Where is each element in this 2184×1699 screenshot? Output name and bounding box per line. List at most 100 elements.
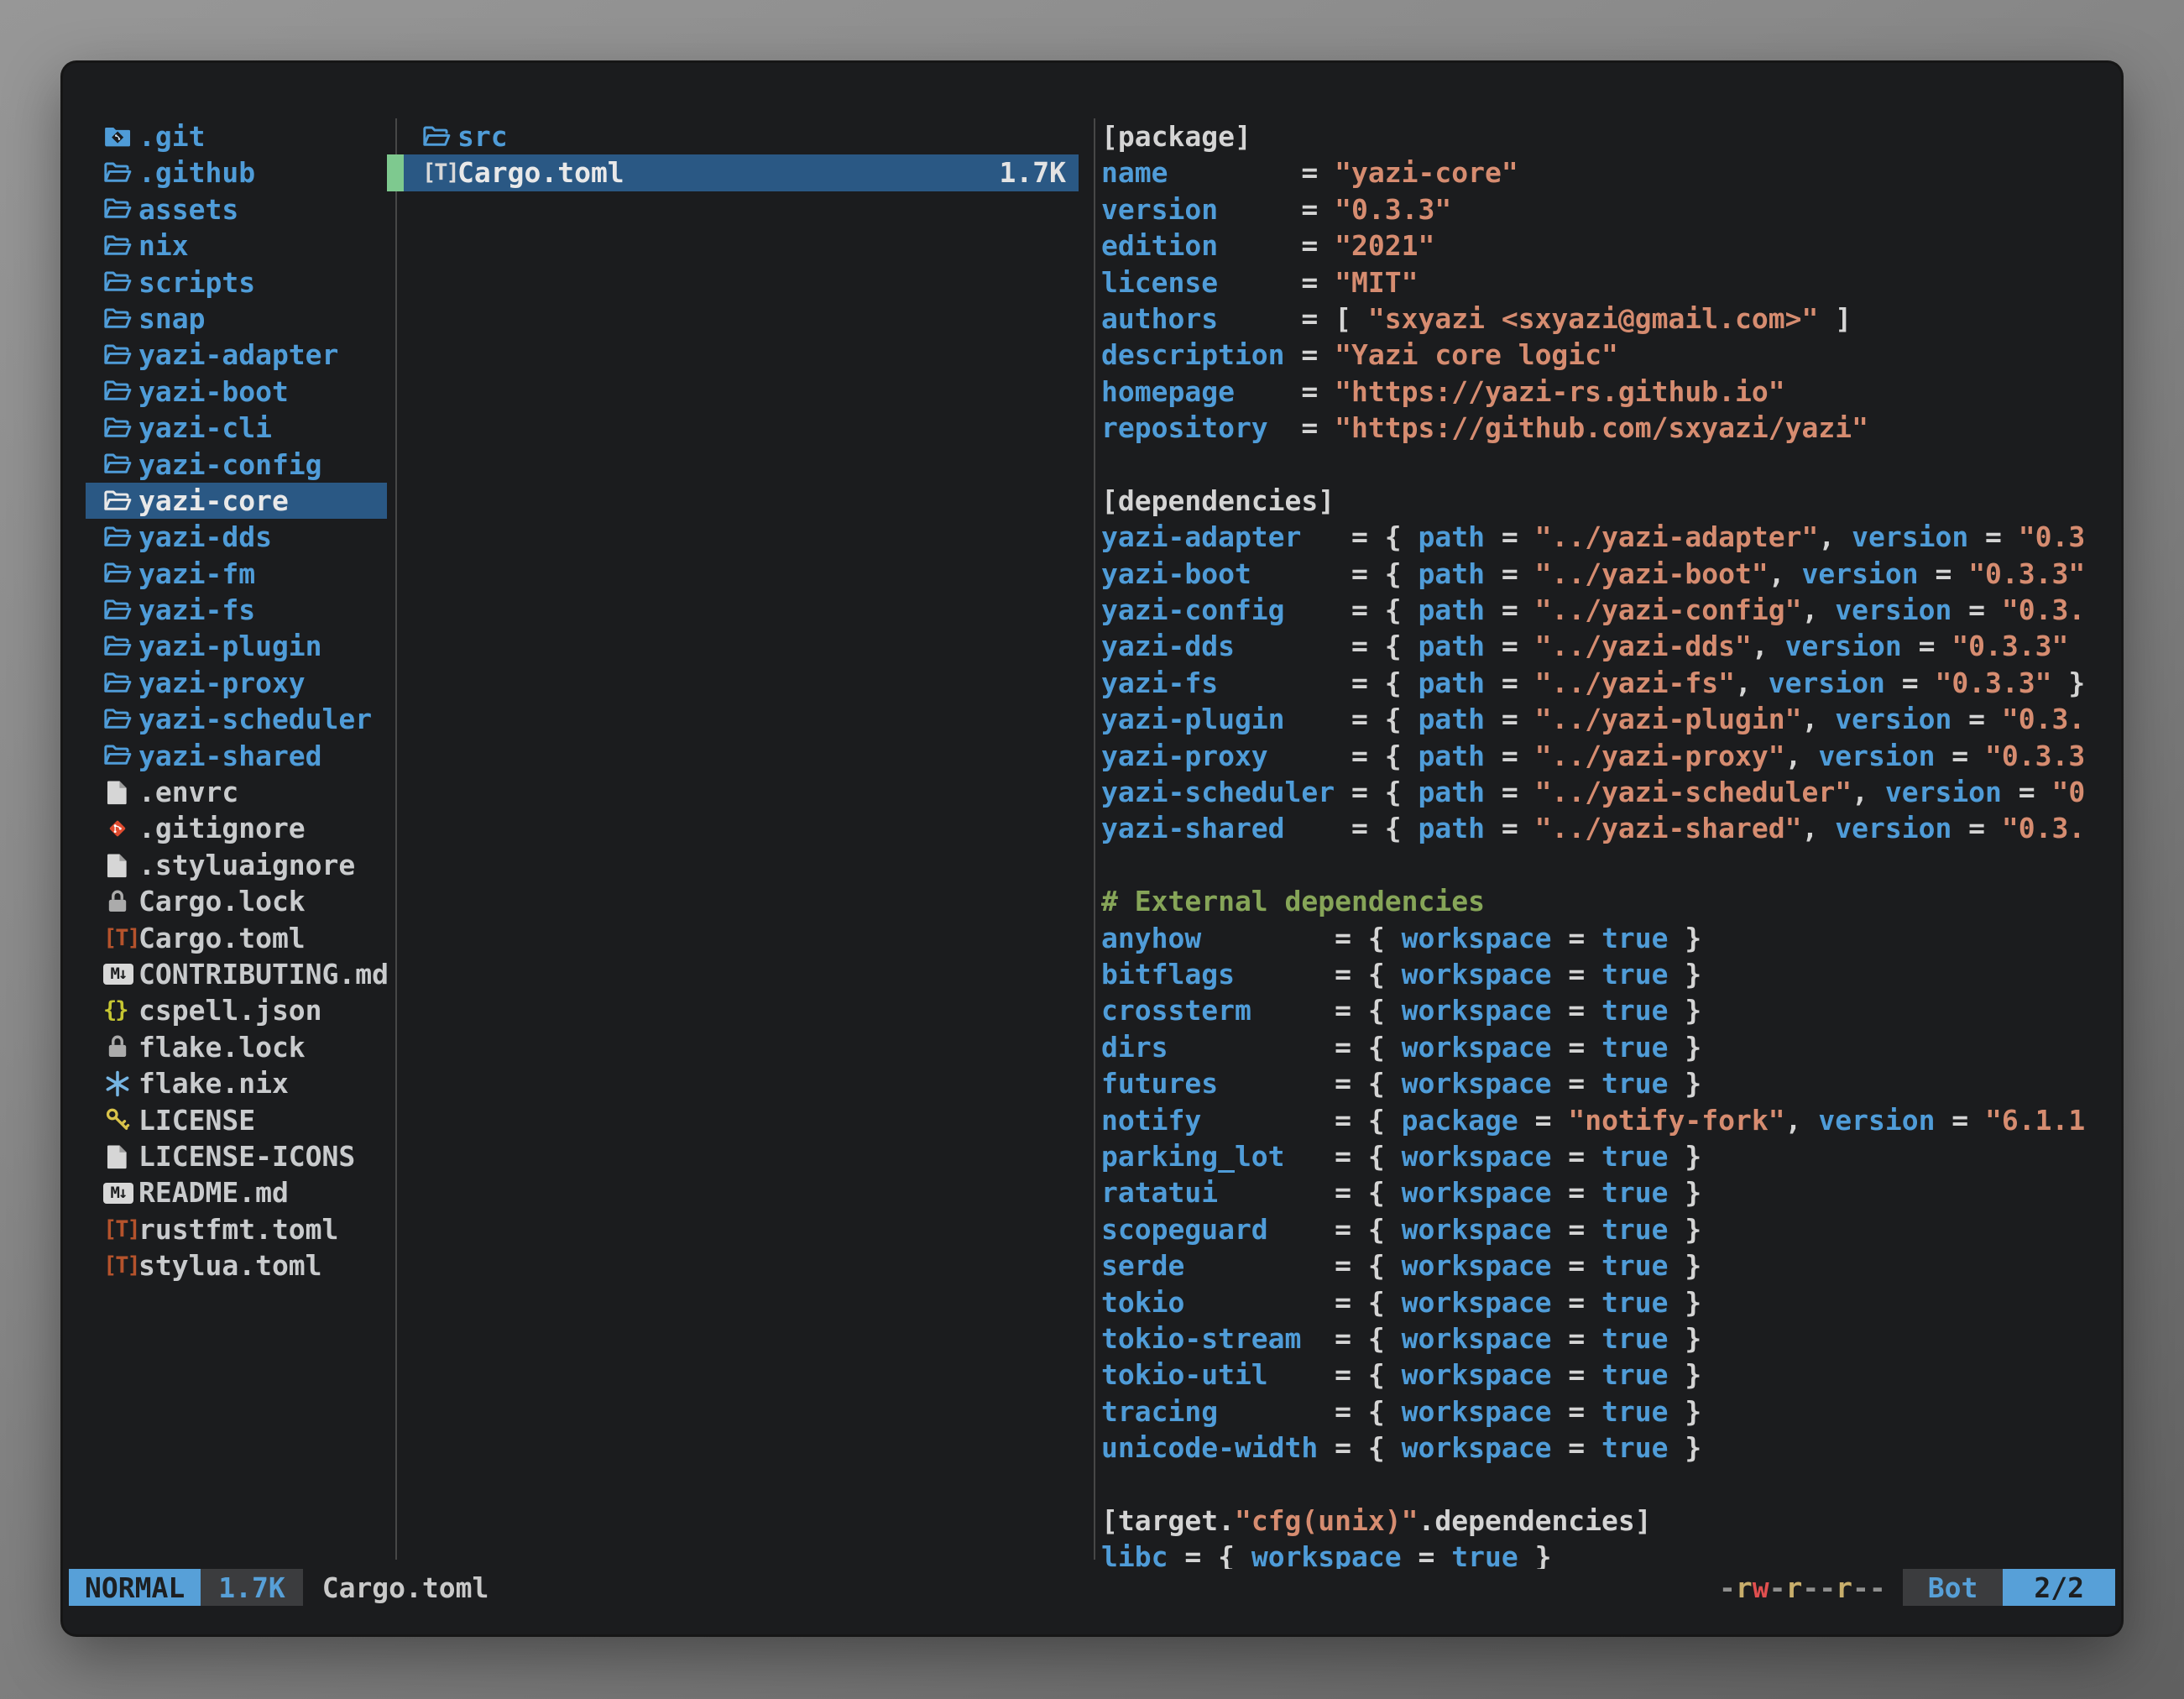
list-item[interactable]: yazi-config <box>86 447 387 483</box>
preview-line: yazi-adapter = { path = "../yazi-adapter… <box>1101 519 2121 555</box>
preview-line: scopeguard = { workspace = true } <box>1101 1211 2121 1247</box>
file-name: nix <box>138 227 189 264</box>
preview-line: yazi-dds = { path = "../yazi-dds", versi… <box>1101 628 2121 664</box>
mode-indicator: NORMAL <box>69 1569 201 1606</box>
status-bar: NORMAL 1.7K Cargo.toml -rw-r--r-- Bot 2/… <box>69 1569 2115 1606</box>
list-item[interactable]: .git <box>86 118 387 154</box>
preview-line: name = "yazi-core" <box>1101 154 2121 191</box>
preview-line: tokio-util = { workspace = true } <box>1101 1357 2121 1393</box>
folder-open-icon <box>103 195 138 223</box>
list-item[interactable]: yazi-adapter <box>86 337 387 373</box>
folder-open-icon <box>103 523 138 552</box>
list-item[interactable]: LICENSE-ICONS <box>86 1138 387 1174</box>
list-item[interactable]: {}cspell.json <box>86 992 387 1028</box>
key-icon <box>103 1106 138 1134</box>
preview-line <box>1101 847 2121 883</box>
list-item[interactable]: assets <box>86 191 387 227</box>
list-item[interactable]: src <box>404 118 1079 154</box>
file-name: LICENSE-ICONS <box>138 1138 355 1174</box>
file-name: .github <box>138 154 255 191</box>
git-icon <box>103 814 138 843</box>
preview-line: notify = { package = "notify-fork", vers… <box>1101 1102 2121 1138</box>
file-name: flake.lock <box>138 1029 306 1065</box>
file-name: yazi-fs <box>138 592 255 628</box>
file-name: yazi-shared <box>138 738 322 774</box>
file-name: .git <box>138 118 205 154</box>
pane-separator-left <box>395 118 397 1560</box>
file-name: yazi-dds <box>138 519 272 555</box>
list-item[interactable]: yazi-cli <box>86 410 387 446</box>
terminal-window: .git.githubassetsnixscriptssnapyazi-adap… <box>63 63 2121 1634</box>
list-item[interactable]: Cargo.lock <box>86 883 387 919</box>
json-icon: {} <box>103 992 138 1028</box>
file-name: yazi-scheduler <box>138 701 372 737</box>
file-permissions: -rw-r--r-- <box>1719 1571 1886 1604</box>
toml-icon: [T] <box>422 154 457 191</box>
file-name: scripts <box>138 264 255 301</box>
list-item[interactable]: M↓CONTRIBUTING.md <box>86 956 387 992</box>
file-name: LICENSE <box>138 1102 255 1138</box>
preview-line: anyhow = { workspace = true } <box>1101 920 2121 956</box>
list-item[interactable]: yazi-core <box>86 483 387 519</box>
pane-separator-right <box>1094 118 1095 1560</box>
preview-line: homepage = "https://yazi-rs.github.io" <box>1101 374 2121 410</box>
markdown-icon: M↓ <box>103 1183 138 1204</box>
file-preview-pane[interactable]: [package]name = "yazi-core"version = "0.… <box>1101 118 2121 1569</box>
file-name: yazi-config <box>138 447 322 483</box>
preview-line: crossterm = { workspace = true } <box>1101 992 2121 1028</box>
file-name: Cargo.toml <box>457 154 624 191</box>
folder-open-icon <box>422 123 457 151</box>
list-item[interactable]: [T]rustfmt.toml <box>86 1211 387 1247</box>
list-item[interactable]: [T]Cargo.toml 1.7K <box>404 154 1079 191</box>
preview-line: # External dependencies <box>1101 883 2121 919</box>
list-item[interactable]: .github <box>86 154 387 191</box>
file-name: .gitignore <box>138 810 306 846</box>
folder-open-icon <box>103 414 138 442</box>
git-folder-icon <box>103 123 138 151</box>
list-item[interactable]: yazi-proxy <box>86 665 387 701</box>
file-name: yazi-boot <box>138 374 289 410</box>
preview-line: ratatui = { workspace = true } <box>1101 1174 2121 1210</box>
list-item[interactable]: yazi-fs <box>86 592 387 628</box>
list-item[interactable]: scripts <box>86 264 387 301</box>
preview-line: edition = "2021" <box>1101 227 2121 264</box>
preview-line: yazi-boot = { path = "../yazi-boot", ver… <box>1101 556 2121 592</box>
list-item[interactable]: [T]stylua.toml <box>86 1247 387 1283</box>
hovered-marker <box>387 154 404 191</box>
preview-line: description = "Yazi core logic" <box>1101 337 2121 373</box>
lock-icon <box>103 1032 138 1061</box>
list-item[interactable]: flake.nix <box>86 1065 387 1101</box>
list-item[interactable]: snap <box>86 301 387 337</box>
preview-line: yazi-plugin = { path = "../yazi-plugin",… <box>1101 701 2121 737</box>
list-item[interactable]: M↓README.md <box>86 1174 387 1210</box>
folder-open-icon <box>103 669 138 698</box>
file-name: Cargo.toml <box>138 920 306 956</box>
markdown-icon: M↓ <box>103 964 138 985</box>
list-item[interactable]: LICENSE <box>86 1102 387 1138</box>
file-name: assets <box>138 191 238 227</box>
list-item[interactable]: .styluaignore <box>86 847 387 883</box>
parent-directory-pane[interactable]: .git.githubassetsnixscriptssnapyazi-adap… <box>86 118 387 1284</box>
file-name: README.md <box>138 1174 289 1210</box>
file-name: yazi-cli <box>138 410 272 446</box>
list-item[interactable]: .envrc <box>86 774 387 810</box>
preview-line: tracing = { workspace = true } <box>1101 1393 2121 1430</box>
file-size: 1.7K <box>1000 154 1066 191</box>
file-name: .envrc <box>138 774 238 810</box>
preview-line: repository = "https://github.com/sxyazi/… <box>1101 410 2121 446</box>
file-name: yazi-proxy <box>138 665 306 701</box>
list-item[interactable]: yazi-dds <box>86 519 387 555</box>
list-item[interactable]: flake.lock <box>86 1029 387 1065</box>
current-directory-pane[interactable]: src[T]Cargo.toml 1.7K <box>404 118 1079 191</box>
list-item[interactable]: [T]Cargo.toml <box>86 920 387 956</box>
list-item[interactable]: yazi-scheduler <box>86 701 387 737</box>
list-item[interactable]: yazi-plugin <box>86 628 387 664</box>
folder-open-icon <box>103 487 138 515</box>
list-item[interactable]: yazi-shared <box>86 738 387 774</box>
list-item[interactable]: yazi-fm <box>86 556 387 592</box>
folder-open-icon <box>103 596 138 625</box>
status-filename: Cargo.toml <box>322 1571 489 1604</box>
list-item[interactable]: nix <box>86 227 387 264</box>
list-item[interactable]: yazi-boot <box>86 374 387 410</box>
list-item[interactable]: .gitignore <box>86 810 387 846</box>
